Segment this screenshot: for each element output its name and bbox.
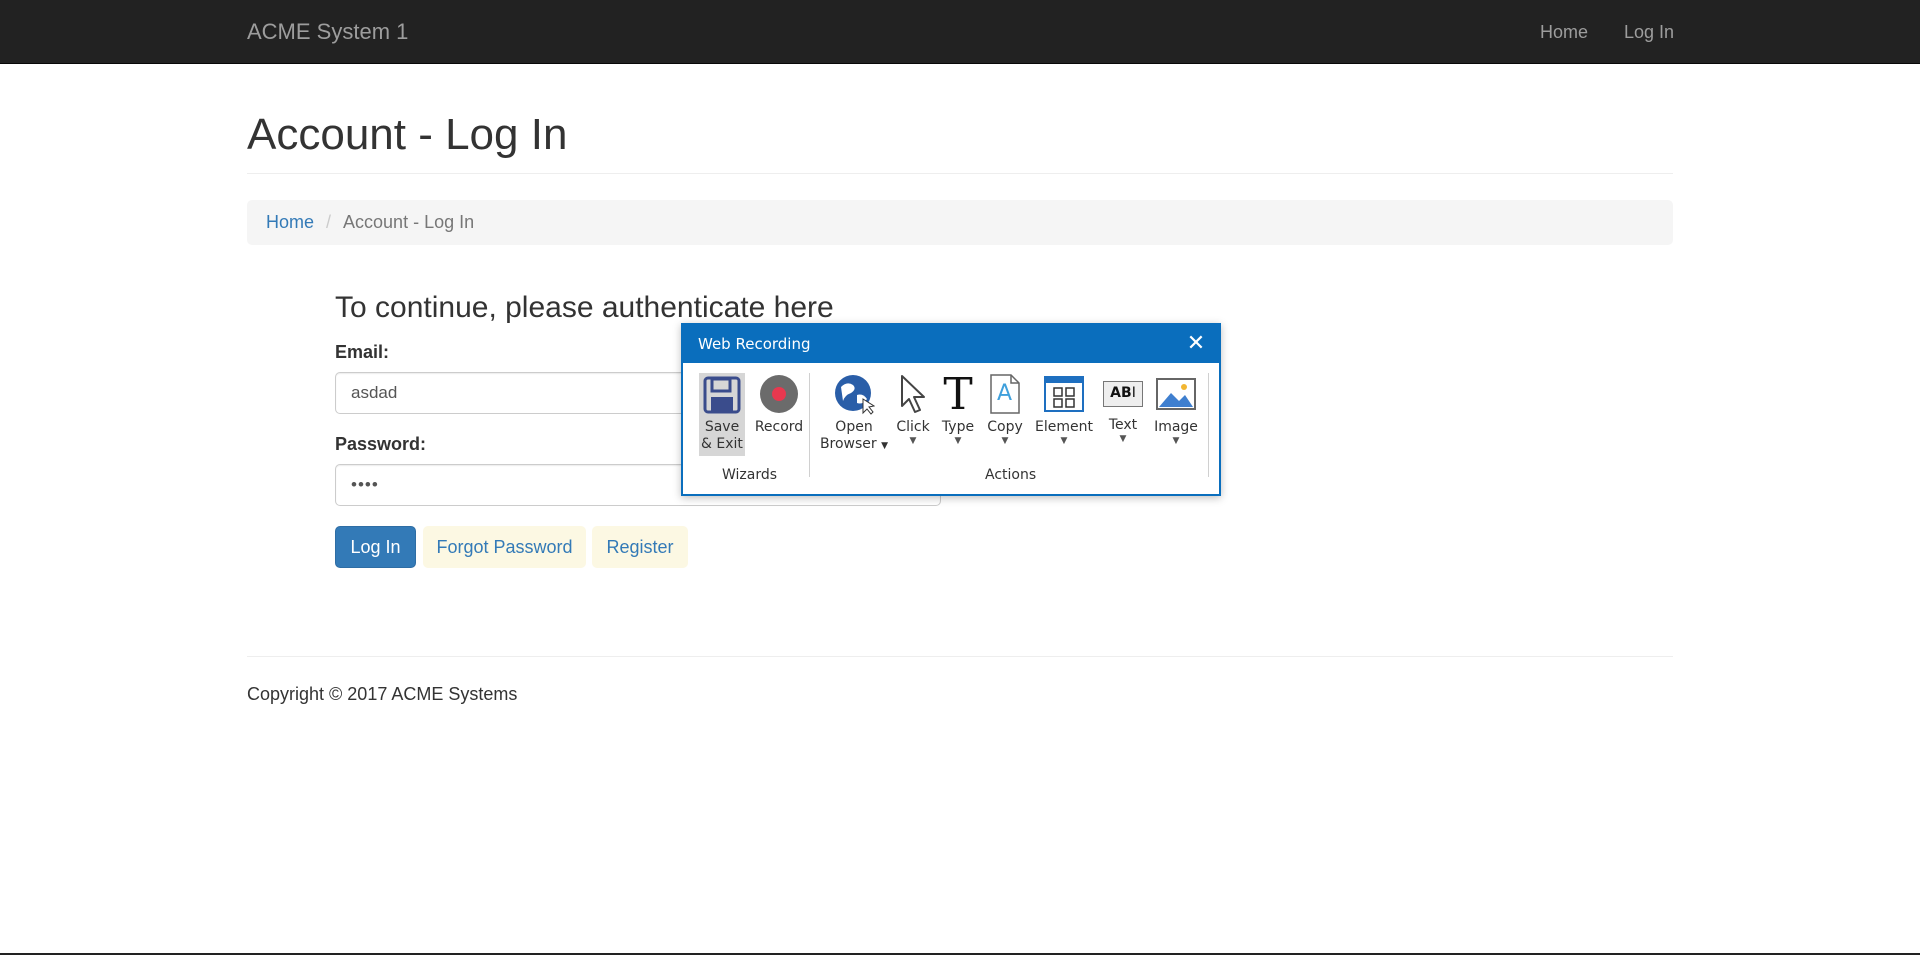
open-browser-button[interactable]: Open Browser ▼ <box>817 373 891 455</box>
copy-button[interactable]: A Copy ▼ <box>983 373 1027 446</box>
top-navbar: ACME System 1 Home Log In <box>0 0 1920 64</box>
register-button[interactable]: Register <box>592 526 688 568</box>
chevron-down-icon: ▼ <box>1060 436 1068 446</box>
email-label: Email: <box>335 342 390 362</box>
click-label: Click <box>896 419 930 435</box>
save-exit-label-line2: & Exit <box>701 436 743 452</box>
image-label: Image <box>1154 419 1198 435</box>
brand-link[interactable]: ACME System 1 <box>247 19 408 45</box>
open-browser-label-line1: Open <box>835 419 873 435</box>
text-button[interactable]: ABI Text ▼ <box>1099 373 1147 444</box>
type-button[interactable]: T Type ▼ <box>937 369 979 447</box>
footer-divider <box>247 656 1673 657</box>
chevron-down-icon: ▼ <box>954 436 962 446</box>
web-recording-titlebar[interactable]: Web Recording ✕ <box>683 325 1219 363</box>
image-icon <box>1156 378 1196 410</box>
email-field-value: asdad <box>351 383 398 402</box>
element-grid-icon <box>1044 376 1084 412</box>
save-exit-label-line1: Save <box>704 419 740 435</box>
breadcrumb: Home / Account - Log In <box>247 200 1673 245</box>
login-lead-text: To continue, please authenticate here <box>335 291 834 324</box>
breadcrumb-current: Account - Log In <box>343 212 475 232</box>
header-divider <box>247 173 1673 174</box>
chevron-down-icon: ▼ <box>909 436 917 446</box>
globe-icon <box>835 375 875 415</box>
floppy-disk-icon <box>703 376 741 414</box>
record-button[interactable]: Record <box>751 373 807 436</box>
ribbon-group-separator <box>809 373 810 477</box>
cursor-icon <box>901 375 925 413</box>
text-icon-letters: AB <box>1110 385 1132 401</box>
web-recording-panel: Web Recording ✕ Save & Exit Record Wizar… <box>681 323 1221 496</box>
login-button[interactable]: Log In <box>335 526 416 568</box>
copy-label: Copy <box>987 419 1023 435</box>
image-button[interactable]: Image ▼ <box>1151 373 1201 446</box>
text-field-icon: ABI <box>1103 381 1143 407</box>
copy-document-icon: A <box>989 373 1021 415</box>
nav-home-link[interactable]: Home <box>1540 22 1588 43</box>
type-T-icon: T <box>943 369 973 420</box>
actions-group-label: Actions <box>985 467 1037 483</box>
record-icon <box>760 375 798 413</box>
chevron-down-icon: ▼ <box>1119 434 1127 444</box>
footer-copyright: Copyright © 2017 ACME Systems <box>247 684 518 704</box>
close-icon[interactable]: ✕ <box>1183 331 1209 357</box>
forgot-password-button[interactable]: Forgot Password <box>423 526 586 568</box>
nav-login-link[interactable]: Log In <box>1624 22 1674 43</box>
page-title: Account - Log In <box>247 110 568 159</box>
type-label: Type <box>941 419 975 435</box>
chevron-down-icon: ▼ <box>1001 436 1009 446</box>
open-browser-label-line2: Browser ▼ <box>817 436 891 455</box>
click-button[interactable]: Click ▼ <box>893 373 933 446</box>
element-label: Element <box>1035 419 1093 435</box>
copy-letter-glyph: A <box>997 381 1013 406</box>
password-field-value: •••• <box>351 475 379 494</box>
record-label: Record <box>754 419 804 435</box>
chevron-down-icon: ▼ <box>1172 436 1180 446</box>
web-recording-title: Web Recording <box>698 335 811 353</box>
breadcrumb-separator: / <box>326 212 332 232</box>
breadcrumb-home-link[interactable]: Home <box>266 212 314 233</box>
text-cursor-glyph: I <box>1131 385 1136 401</box>
ribbon-group-separator <box>1208 373 1209 477</box>
save-exit-button[interactable]: Save & Exit <box>699 373 745 456</box>
wizards-group-label: Wizards <box>722 467 778 483</box>
open-browser-label-line2-text: Browser <box>819 436 877 452</box>
text-label: Text <box>1108 417 1138 433</box>
chevron-down-icon: ▼ <box>881 441 889 451</box>
password-label: Password: <box>335 434 427 454</box>
element-button[interactable]: Element ▼ <box>1033 373 1095 446</box>
